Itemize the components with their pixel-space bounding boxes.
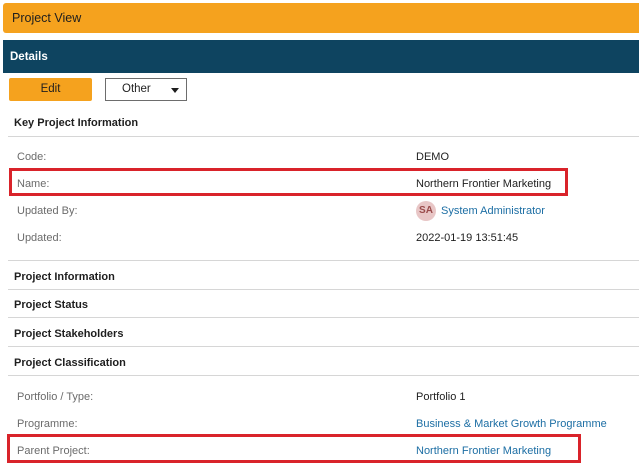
details-title: Details [10,51,48,63]
section-project-information[interactable]: Project Information [14,271,115,283]
programme-label: Programme: [17,418,78,430]
other-dropdown-button[interactable]: Other [105,78,187,101]
project-view-header: Project View [3,3,639,33]
programme-link[interactable]: Business & Market Growth Programme [416,418,607,430]
updated-value: 2022-01-19 13:51:45 [416,232,519,244]
parent-project-row-highlight [7,434,581,463]
divider [8,346,639,347]
divider [8,317,639,318]
portfolio-type-value: Portfolio 1 [416,391,466,403]
divider [8,260,639,261]
updated-label: Updated: [17,232,62,244]
updated-by-link[interactable]: System Administrator [441,205,545,217]
divider [8,289,639,290]
section-key-project-information[interactable]: Key Project Information [14,117,138,129]
section-project-classification[interactable]: Project Classification [14,357,126,369]
page-title: Project View [12,11,82,25]
code-value: DEMO [416,151,449,163]
divider [8,136,639,137]
section-project-status[interactable]: Project Status [14,299,88,311]
code-label: Code: [17,151,47,163]
section-project-stakeholders[interactable]: Project Stakeholders [14,328,123,340]
avatar: SA [416,201,436,221]
portfolio-type-label: Portfolio / Type: [17,391,94,403]
other-button-label: Other [122,83,151,95]
caret-down-icon [171,88,179,93]
edit-button[interactable]: Edit [9,78,92,101]
divider [8,375,639,376]
details-header: Details [3,40,639,73]
name-row-highlight [9,168,568,196]
updated-by-label: Updated By: [17,205,78,217]
